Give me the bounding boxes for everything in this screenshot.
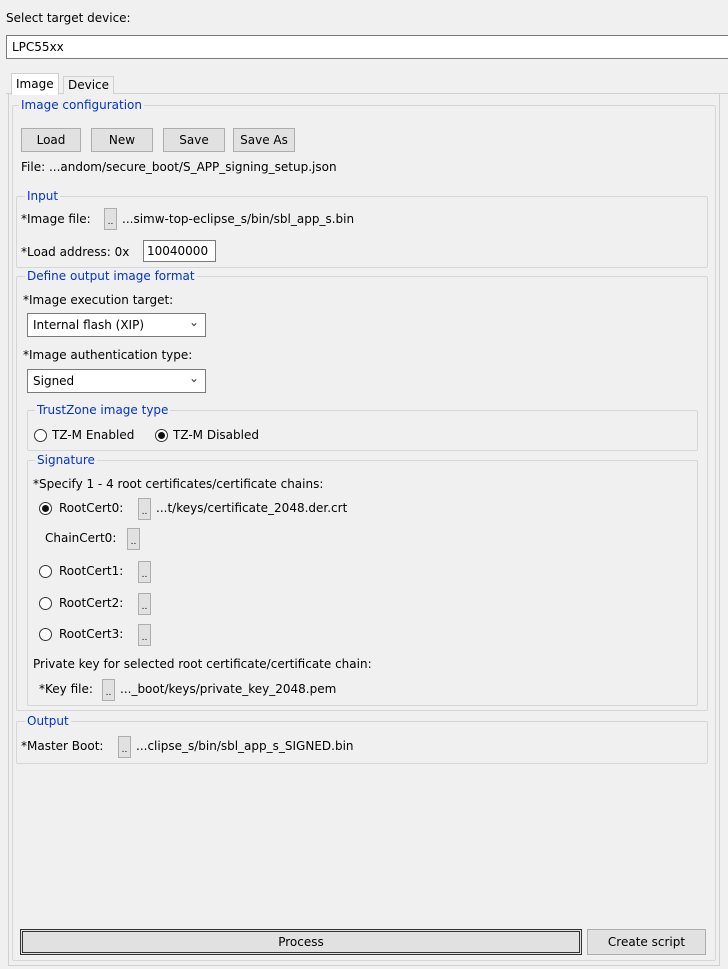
output-legend: Output [25,714,71,728]
load-address-label: *Load address: 0x [21,245,130,259]
tz-enabled-radio[interactable] [34,429,47,442]
master-boot-path: ...clipse_s/bin/sbl_app_s_SIGNED.bin [136,739,354,753]
exec-target-label: *Image execution target: [23,293,174,307]
signature-instruction: *Specify 1 - 4 root certificates/certifi… [33,477,324,491]
target-device-select[interactable]: LPC55xx [6,35,728,59]
exec-target-select[interactable]: Internal flash (XIP) ⌄ [27,313,206,337]
exec-target-value: Internal flash (XIP) [33,318,145,332]
save-as-button[interactable]: Save As [233,128,295,152]
master-boot-label: *Master Boot: [21,739,104,753]
create-script-button[interactable]: Create script [587,929,706,955]
trustzone-legend: TrustZone image type [35,403,171,417]
tz-disabled-radio[interactable] [155,429,168,442]
root-cert3-label: RootCert3: [59,627,124,641]
auth-type-value: Signed [33,374,75,388]
tz-enabled-label: TZ-M Enabled [52,428,135,442]
output-format-legend: Define output image format [25,269,197,283]
image-file-browse-button[interactable]: .. [104,208,117,230]
root-cert0-browse-button[interactable]: .. [138,498,151,520]
signature-legend: Signature [35,453,97,467]
auth-type-select[interactable]: Signed ⌄ [27,369,206,393]
root-cert2-label: RootCert2: [59,596,124,610]
chain-cert0-browse-button[interactable]: .. [127,528,140,550]
root-cert3-browse-button[interactable]: .. [138,624,151,646]
key-file-label: *Key file: [39,682,93,696]
target-device-value: LPC55xx [12,40,64,54]
master-boot-browse-button[interactable]: .. [118,736,131,758]
root-cert2-radio[interactable] [39,597,52,610]
key-file-browse-button[interactable]: .. [102,679,115,701]
config-file-path: File: ...andom/secure_boot/S_APP_signing… [21,160,337,174]
tz-disabled-label: TZ-M Disabled [173,428,259,442]
root-cert3-radio[interactable] [39,628,52,641]
process-button[interactable]: Process [20,929,582,955]
input-legend: Input [25,189,61,203]
root-cert1-label: RootCert1: [59,564,124,578]
root-cert0-path: ...t/keys/certificate_2048.der.crt [156,501,348,515]
auth-type-label: *Image authentication type: [23,348,193,362]
root-cert1-radio[interactable] [39,565,52,578]
image-file-path: ...simw-top-eclipse_s/bin/sbl_app_s.bin [122,212,355,226]
root-cert2-browse-button[interactable]: .. [138,593,151,615]
root-cert0-radio[interactable] [39,502,52,515]
chevron-down-icon: ⌄ [188,315,199,329]
tab-device[interactable]: Device [63,76,115,94]
target-device-label: Select target device: [6,11,131,25]
save-button[interactable]: Save [163,128,225,152]
image-file-label: *Image file: [21,212,91,226]
image-config-legend: Image configuration [19,98,144,112]
new-button[interactable]: New [91,128,153,152]
key-file-path: ..._boot/keys/private_key_2048.pem [120,682,337,696]
chevron-down-icon: ⌄ [188,371,199,385]
load-address-input[interactable]: 10040000 [143,240,216,262]
root-cert1-browse-button[interactable]: .. [138,561,151,583]
private-key-note: Private key for selected root certificat… [33,657,372,671]
load-button[interactable]: Load [21,128,81,152]
chain-cert0-label: ChainCert0: [45,531,117,545]
root-cert0-label: RootCert0: [59,501,124,515]
tab-image[interactable]: Image [11,73,59,95]
